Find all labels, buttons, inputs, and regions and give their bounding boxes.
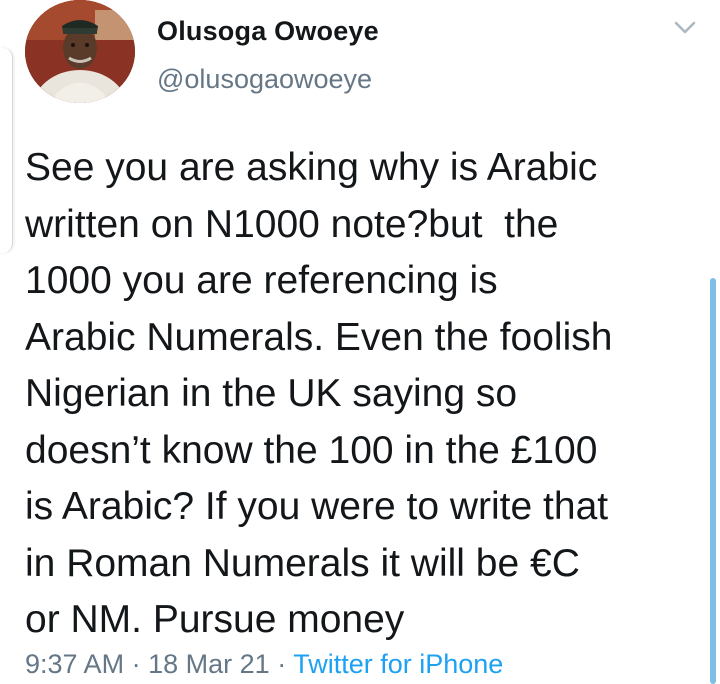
tweet-metadata: 9:37 AM · 18 Mar 21 · Twitter for iPhone bbox=[25, 649, 503, 680]
tweet-time: 9:37 AM bbox=[25, 649, 125, 679]
chevron-down-icon[interactable] bbox=[672, 18, 698, 38]
author-handle[interactable]: @olusogaowoeye bbox=[157, 64, 372, 95]
tweet-text: See you are asking why is Arabic written… bbox=[25, 146, 613, 641]
scrollbar[interactable] bbox=[710, 278, 716, 684]
tweet-date: 18 Mar 21 bbox=[148, 649, 270, 679]
user-avatar-icon bbox=[25, 0, 135, 103]
previous-card-edge bbox=[0, 48, 13, 253]
avatar[interactable] bbox=[25, 0, 135, 103]
meta-separator: · bbox=[277, 649, 287, 679]
tweet-source-link[interactable]: Twitter for iPhone bbox=[293, 649, 503, 679]
author-name[interactable]: Olusoga Owoeye bbox=[157, 16, 379, 47]
meta-separator: · bbox=[131, 649, 141, 679]
